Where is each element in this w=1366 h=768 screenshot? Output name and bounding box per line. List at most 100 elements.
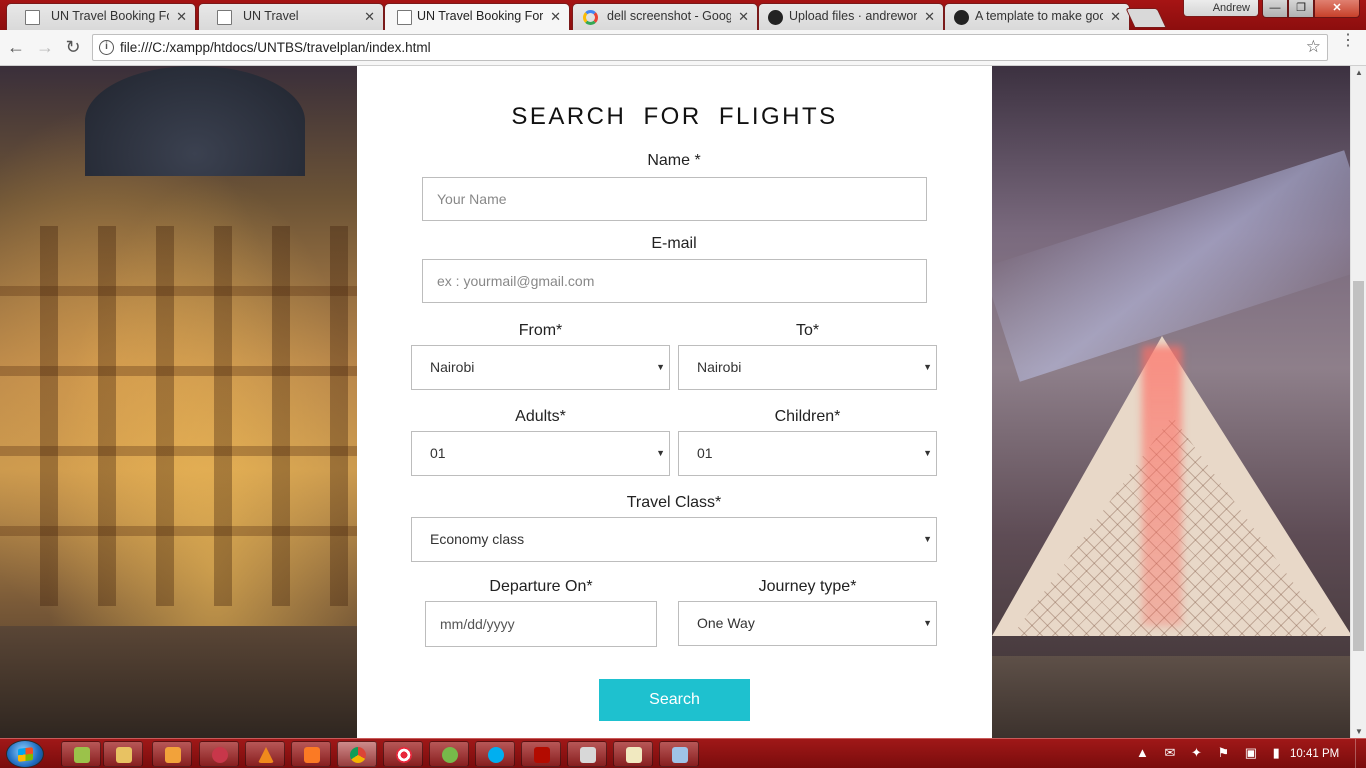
page-viewport: SEARCH FOR FLIGHTS Name * Your Name E-ma… (0, 66, 1350, 738)
email-label: E-mail (651, 235, 697, 252)
flight-search-form: SEARCH FOR FLIGHTS Name * Your Name E-ma… (357, 66, 992, 738)
taskbar-media-player[interactable] (152, 741, 192, 767)
close-icon[interactable]: ✕ (1110, 4, 1121, 29)
vlc-icon (258, 747, 274, 763)
chevron-down-icon: ▼ (923, 362, 932, 372)
bookmark-star-icon[interactable]: ☆ (1306, 37, 1321, 57)
tab-label: Upload files · andrewon (789, 9, 917, 23)
close-icon[interactable]: ✕ (738, 4, 749, 29)
pyramid-glow (1142, 346, 1182, 626)
close-icon[interactable]: ✕ (176, 4, 187, 29)
document-icon (25, 10, 40, 25)
new-tab-button[interactable] (1125, 8, 1167, 28)
taskbar-paint[interactable] (567, 741, 607, 767)
departure-label: Departure On* (489, 578, 593, 595)
xampp-icon (304, 747, 320, 763)
taskbar-acrobat[interactable] (521, 741, 561, 767)
taskbar-vlc[interactable] (245, 741, 285, 767)
browser-menu-icon[interactable]: ⋮ (1340, 33, 1356, 49)
scrollbar-thumb[interactable] (1353, 281, 1364, 651)
notepad-icon (74, 747, 90, 763)
eye-icon (212, 747, 228, 763)
chevron-down-icon: ▼ (923, 448, 932, 458)
scroll-up-icon[interactable]: ▲ (1355, 68, 1363, 77)
tab-label: A template to make goo (975, 9, 1103, 23)
start-button[interactable] (6, 740, 44, 768)
back-arrow-icon[interactable]: ← (4, 36, 28, 60)
info-icon[interactable]: i (99, 40, 114, 55)
close-icon[interactable]: ✕ (550, 4, 561, 29)
minimize-button[interactable]: — (1262, 0, 1288, 18)
target-icon (396, 747, 412, 763)
adults-value: 01 (430, 445, 446, 461)
paint-icon (580, 747, 596, 763)
reload-icon[interactable]: ↻ (61, 36, 85, 60)
maximize-button[interactable]: ❐ (1288, 0, 1314, 18)
notes-icon (626, 747, 642, 763)
taskbar-eye[interactable] (199, 741, 239, 767)
tab-un-travel[interactable]: UN Travel ✕ (198, 3, 384, 30)
to-select[interactable]: Nairobi ▼ (678, 345, 937, 390)
clock[interactable]: 10:41 PM (1290, 748, 1339, 760)
taskbar-skype[interactable] (475, 741, 515, 767)
email-input[interactable]: ex : yourmail@gmail.com (422, 259, 927, 303)
chevron-down-icon: ▼ (656, 362, 665, 372)
palace-facade (0, 226, 357, 606)
close-window-button[interactable]: ✕ (1314, 0, 1360, 18)
utorrent-icon (442, 747, 458, 763)
windows-logo-icon (18, 747, 33, 762)
page-scrollbar[interactable]: ▲ ▼ (1350, 66, 1366, 738)
document-icon (217, 10, 232, 25)
children-select[interactable]: 01 ▼ (678, 431, 937, 476)
tab-un-travel-booking-active[interactable]: UN Travel Booking Form ✕ (384, 3, 570, 31)
window-controls: — ❐ ✕ (1262, 0, 1360, 18)
search-button[interactable]: Search (599, 679, 750, 721)
document-icon (397, 10, 412, 25)
url-text[interactable]: file:///C:/xampp/htdocs/UNTBS/travelplan… (120, 40, 431, 55)
tab-label: UN Travel Booking Form (417, 9, 543, 23)
media-player-icon (165, 747, 181, 763)
close-icon[interactable]: ✕ (364, 4, 375, 29)
github-icon (954, 10, 969, 25)
taskbar-window[interactable] (659, 741, 699, 767)
tray-icons[interactable]: ▲ ✉ ✦ ⚑ ▣ ▮ (1136, 745, 1286, 761)
windows-taskbar: ▲ ✉ ✦ ⚑ ▣ ▮ 10:41 PM (0, 738, 1366, 768)
from-value: Nairobi (430, 359, 475, 375)
close-icon[interactable]: ✕ (924, 4, 935, 29)
tab-strip: UN Travel Booking Form ✕ UN Travel ✕ UN … (0, 0, 1366, 31)
from-select[interactable]: Nairobi ▼ (411, 345, 670, 390)
tab-dell-screenshot[interactable]: dell screenshot - Google ✕ (572, 3, 758, 30)
tab-template[interactable]: A template to make goo ✕ (944, 3, 1130, 30)
to-label: To* (795, 322, 820, 339)
taskbar-target[interactable] (383, 741, 423, 767)
journey-type-label: Journey type* (758, 578, 857, 595)
travel-class-value: Economy class (430, 531, 525, 547)
to-value: Nairobi (697, 359, 742, 375)
taskbar-notes[interactable] (613, 741, 653, 767)
address-bar[interactable]: i file:///C:/xampp/htdocs/UNTBS/travelpl… (92, 34, 1328, 61)
taskbar-explorer[interactable] (103, 741, 143, 767)
name-input[interactable]: Your Name (422, 177, 927, 221)
from-label: From* (518, 322, 563, 339)
plaza (0, 626, 357, 738)
taskbar-notepad[interactable] (61, 741, 101, 767)
scroll-down-icon[interactable]: ▼ (1355, 727, 1363, 736)
tab-label: dell screenshot - Google (607, 9, 731, 23)
acrobat-icon (534, 747, 550, 763)
taskbar-utorrent[interactable] (429, 741, 469, 767)
show-desktop-button[interactable] (1355, 739, 1366, 768)
journey-type-select[interactable]: One Way ▼ (678, 601, 937, 646)
taskbar-chrome[interactable] (337, 741, 377, 767)
forward-arrow-icon[interactable]: → (33, 36, 57, 60)
adults-select[interactable]: 01 ▼ (411, 431, 670, 476)
tab-upload-files[interactable]: Upload files · andrewon ✕ (758, 3, 944, 30)
departure-date-input[interactable]: mm/dd/yyyy (425, 601, 657, 647)
travel-class-label: Travel Class* (626, 494, 722, 511)
profile-button[interactable]: Andrew (1183, 0, 1259, 17)
travel-class-select[interactable]: Economy class ▼ (411, 517, 937, 562)
taskbar-xampp[interactable] (291, 741, 331, 767)
tab-un-travel-booking-1[interactable]: UN Travel Booking Form ✕ (6, 3, 196, 30)
browser-toolbar: ← → ↻ i file:///C:/xampp/htdocs/UNTBS/tr… (0, 30, 1366, 66)
tab-label: UN Travel (243, 9, 299, 23)
chevron-down-icon: ▼ (923, 618, 932, 628)
